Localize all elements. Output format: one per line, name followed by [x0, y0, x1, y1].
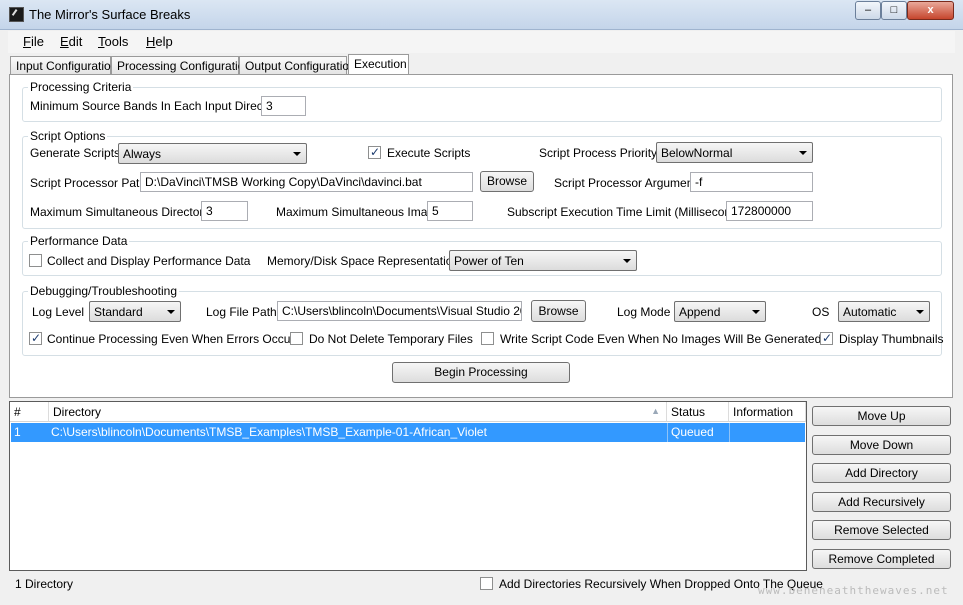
- write-script-code-label: Write Script Code Even When No Images Wi…: [500, 332, 822, 346]
- remove-completed-button[interactable]: Remove Completed: [812, 549, 951, 569]
- log-browse-button[interactable]: Browse: [531, 300, 586, 322]
- column-header-status[interactable]: Status: [667, 402, 729, 422]
- collect-performance-checkbox[interactable]: [29, 254, 42, 267]
- add-directory-button[interactable]: Add Directory: [812, 463, 951, 483]
- processing-criteria-title: Processing Criteria: [28, 80, 134, 94]
- begin-processing-button[interactable]: Begin Processing: [392, 362, 570, 383]
- max-images-input[interactable]: 5: [427, 201, 473, 221]
- max-images-label: Maximum Simultaneous Images: [276, 205, 447, 219]
- maximize-button[interactable]: □: [881, 1, 907, 20]
- move-down-button[interactable]: Move Down: [812, 435, 951, 455]
- log-level-label: Log Level: [32, 305, 85, 319]
- log-path-label: Log File Path: [206, 305, 277, 319]
- row-directory: C:\Users\blincoln\Documents\TMSB_Example…: [51, 425, 487, 439]
- memory-representation-label: Memory/Disk Space Representation: [267, 254, 460, 268]
- generate-scripts-select[interactable]: Always: [118, 143, 307, 164]
- performance-title: Performance Data: [28, 234, 130, 248]
- os-select[interactable]: Automatic: [838, 301, 930, 322]
- write-script-code-checkbox[interactable]: [481, 332, 494, 345]
- no-delete-temp-checkbox[interactable]: [290, 332, 303, 345]
- menu-tools[interactable]: Tools: [98, 34, 128, 49]
- add-recursively-dropped-checkbox[interactable]: [480, 577, 493, 590]
- script-options-title: Script Options: [28, 129, 108, 143]
- directory-count: 1 Directory: [15, 577, 74, 591]
- tab-output-configuration[interactable]: Output Configuration: [239, 56, 356, 75]
- processor-path-label: Script Processor Path: [30, 176, 147, 190]
- column-header-directory-label: Directory: [53, 405, 102, 419]
- menu-edit[interactable]: Edit: [60, 34, 82, 49]
- os-label: OS: [812, 305, 830, 319]
- column-divider: [729, 423, 730, 442]
- row-number: 1: [14, 425, 21, 439]
- continue-on-error-label: Continue Processing Even When Errors Occ…: [47, 332, 295, 346]
- max-dirs-input[interactable]: 3: [201, 201, 248, 221]
- priority-label: Script Process Priority: [539, 146, 658, 160]
- log-mode-value: Append: [679, 305, 721, 319]
- sort-ascending-icon: ▲: [651, 406, 660, 416]
- time-limit-input[interactable]: 172800000: [726, 201, 813, 221]
- tab-processing-configuration[interactable]: Processing Configuration: [111, 56, 251, 75]
- title-bar: The Mirror's Surface Breaks – □ x: [0, 0, 963, 30]
- table-row[interactable]: 1 C:\Users\blincoln\Documents\TMSB_Examp…: [11, 423, 805, 442]
- menu-file[interactable]: File: [23, 34, 44, 49]
- memory-representation-value: Power of Ten: [454, 254, 524, 268]
- column-header-directory[interactable]: Directory ▲: [49, 402, 667, 422]
- execute-scripts-checkbox[interactable]: [368, 145, 381, 159]
- row-status: Queued: [671, 425, 714, 439]
- min-bands-input[interactable]: 3: [261, 96, 306, 116]
- continue-on-error-checkbox[interactable]: [29, 331, 42, 345]
- display-thumbnails-checkbox[interactable]: [820, 331, 833, 345]
- priority-value: BelowNormal: [661, 146, 733, 160]
- log-path-input[interactable]: C:\Users\blincoln\Documents\Visual Studi…: [277, 301, 522, 321]
- log-mode-select[interactable]: Append: [674, 301, 766, 322]
- debugging-title: Debugging/Troubleshooting: [28, 284, 179, 298]
- tab-execution[interactable]: Execution: [348, 54, 409, 75]
- max-dirs-label: Maximum Simultaneous Directories: [30, 205, 219, 219]
- column-header-number[interactable]: #: [10, 402, 49, 422]
- generate-scripts-label: Generate Scripts: [30, 146, 121, 160]
- processor-args-input[interactable]: -f: [690, 172, 813, 192]
- log-mode-label: Log Mode: [617, 305, 671, 319]
- execute-scripts-label: Execute Scripts: [387, 146, 471, 160]
- add-recursively-button[interactable]: Add Recursively: [812, 492, 951, 512]
- app-icon: [9, 7, 24, 22]
- display-thumbnails-label: Display Thumbnails: [839, 332, 944, 346]
- tab-input-configuration[interactable]: Input Configuration: [10, 56, 117, 75]
- memory-representation-select[interactable]: Power of Ten: [449, 250, 637, 271]
- processor-path-input[interactable]: D:\DaVinci\TMSB Working Copy\DaVinci\dav…: [140, 172, 473, 192]
- directory-queue-list[interactable]: # Directory ▲ Status Information 1 C:\Us…: [9, 401, 807, 571]
- no-delete-temp-label: Do Not Delete Temporary Files: [309, 332, 473, 346]
- close-button[interactable]: x: [907, 1, 954, 20]
- chevron-down-icon: [293, 152, 301, 156]
- move-up-button[interactable]: Move Up: [812, 406, 951, 426]
- time-limit-label: Subscript Execution Time Limit (Millisec…: [507, 205, 748, 219]
- watermark: www.beneneaththewaves.net: [758, 584, 949, 597]
- minimize-button[interactable]: –: [855, 1, 881, 20]
- min-bands-label: Minimum Source Bands In Each Input Direc…: [30, 99, 283, 113]
- log-level-value: Standard: [94, 305, 143, 319]
- collect-performance-label: Collect and Display Performance Data: [47, 254, 251, 268]
- chevron-down-icon: [799, 151, 807, 155]
- chevron-down-icon: [167, 310, 175, 314]
- priority-select[interactable]: BelowNormal: [656, 142, 813, 163]
- menu-bar: File Edit Tools Help: [8, 31, 955, 53]
- processor-browse-button[interactable]: Browse: [480, 171, 534, 192]
- chevron-down-icon: [752, 310, 760, 314]
- chevron-down-icon: [916, 310, 924, 314]
- os-value: Automatic: [843, 305, 897, 319]
- chevron-down-icon: [623, 259, 631, 263]
- processor-args-label: Script Processor Arguments: [554, 176, 703, 190]
- column-divider: [667, 423, 668, 442]
- log-level-select[interactable]: Standard: [89, 301, 181, 322]
- window-title: The Mirror's Surface Breaks: [29, 7, 191, 22]
- menu-help[interactable]: Help: [146, 34, 173, 49]
- column-header-information[interactable]: Information: [729, 402, 806, 422]
- generate-scripts-value: Always: [123, 147, 162, 161]
- remove-selected-button[interactable]: Remove Selected: [812, 520, 951, 540]
